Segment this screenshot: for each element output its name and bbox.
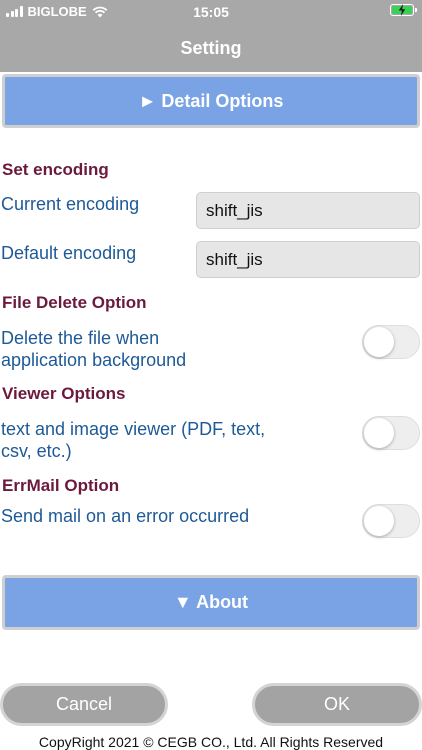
viewer-label: text and image viewer (PDF, text, csv, e… (1, 418, 265, 462)
viewer-toggle[interactable] (362, 416, 420, 450)
file-delete-toggle[interactable] (362, 325, 420, 359)
detail-options-button[interactable]: ► Detail Options (2, 74, 420, 128)
battery-icon (390, 4, 417, 16)
current-encoding-label: Current encoding (1, 194, 140, 214)
charging-bolt-icon (398, 4, 406, 16)
section-title-file-delete: File Delete Option (2, 293, 147, 312)
viewer-label-line2: csv, etc.) (1, 441, 72, 461)
file-delete-label-line2: application background (1, 350, 187, 370)
about-label: ▼ About (173, 592, 249, 612)
cancel-button[interactable]: Cancel (0, 683, 168, 726)
errmail-toggle[interactable] (362, 504, 420, 538)
about-button[interactable]: ▼ About (2, 575, 420, 630)
section-title-viewer: Viewer Options (2, 384, 126, 403)
default-encoding-field[interactable]: shift_jis (196, 241, 420, 278)
cancel-label: Cancel (55, 694, 113, 714)
toggle-knob (364, 327, 394, 357)
current-encoding-field[interactable]: shift_jis (196, 192, 420, 229)
ok-label: OK (323, 694, 350, 714)
viewer-label-line1: text and image viewer (PDF, text, (1, 419, 266, 439)
current-encoding-value: shift_jis (206, 200, 263, 220)
detail-options-label: ► Detail Options (138, 90, 284, 111)
section-title-errmail: ErrMail Option (2, 476, 120, 495)
status-bar: BIGLOBE 15:05 (0, 0, 422, 24)
errmail-label: Send mail on an error occurred (1, 506, 250, 526)
section-title-encoding: Set encoding (2, 160, 109, 179)
file-delete-label-line1: Delete the file when (1, 328, 160, 348)
file-delete-label: Delete the file when application backgro… (1, 327, 186, 371)
copyright-text: CopyRight 2021 © CEGB CO., Ltd. All Righ… (38, 734, 384, 750)
toggle-knob (364, 506, 394, 536)
page-title: Setting (180, 37, 242, 58)
toggle-knob (364, 418, 394, 448)
default-encoding-label: Default encoding (1, 243, 137, 263)
ok-button[interactable]: OK (252, 683, 422, 726)
nav-bar: Setting (0, 24, 422, 72)
default-encoding-value: shift_jis (206, 249, 263, 269)
status-time: 15:05 (193, 4, 229, 20)
